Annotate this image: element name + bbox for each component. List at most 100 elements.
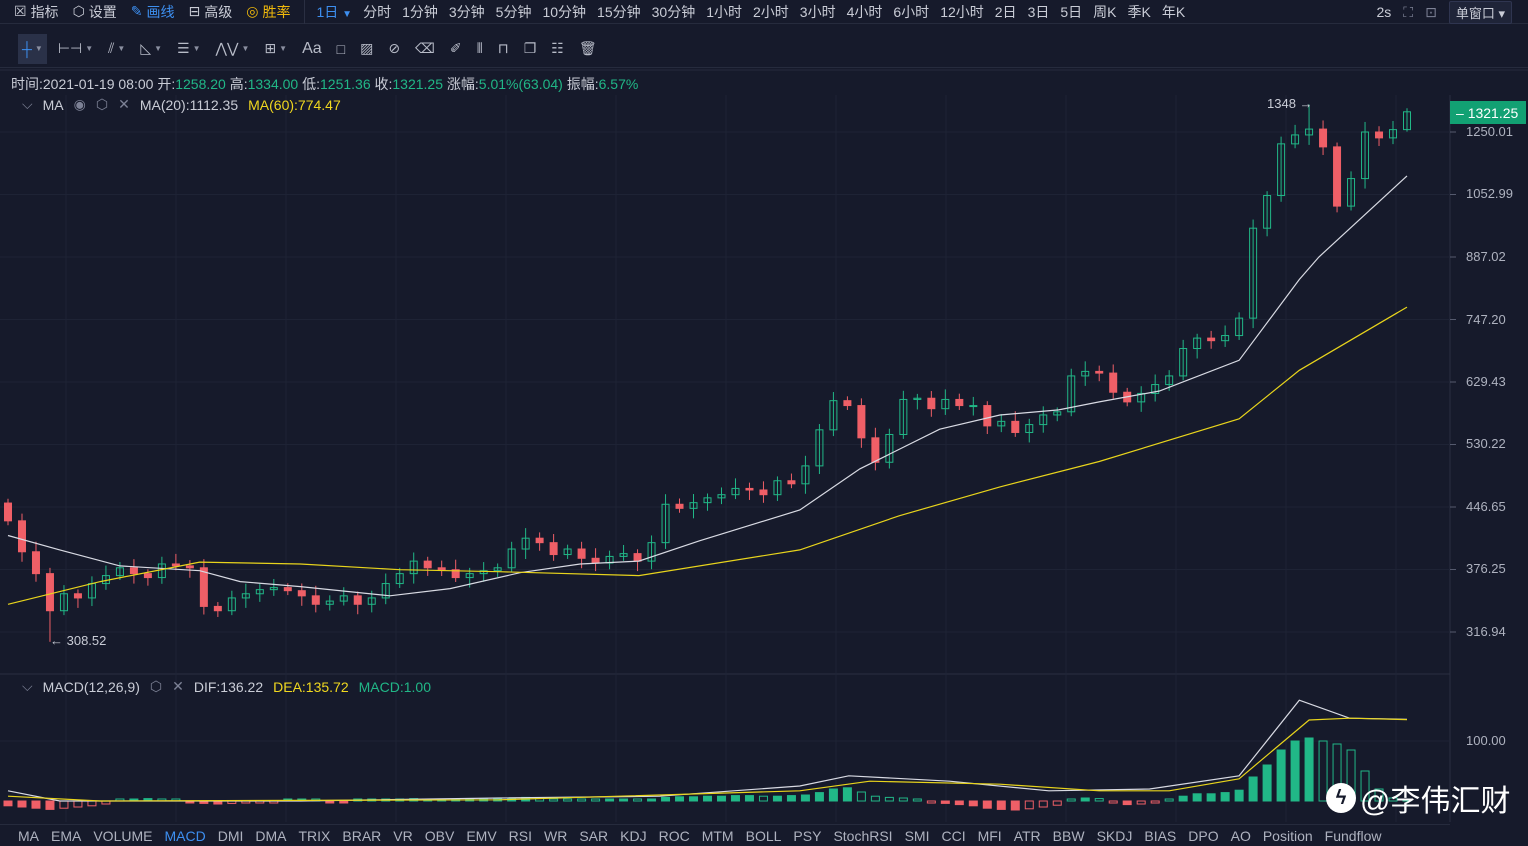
candle (199, 567, 208, 607)
candle (17, 520, 26, 553)
tab-cci[interactable]: CCI (941, 828, 965, 844)
close-icon[interactable]: ✕ (118, 96, 130, 113)
gear-icon[interactable]: ⬡ (150, 678, 162, 695)
candle (311, 595, 320, 605)
tab-sar[interactable]: SAR (579, 828, 608, 844)
macd-bar (758, 795, 768, 802)
macd-bar (898, 797, 908, 802)
tab-dpo[interactable]: DPO (1188, 828, 1218, 844)
candle (745, 487, 754, 491)
macd-bar (1136, 800, 1146, 805)
tab-smi[interactable]: SMI (905, 828, 930, 844)
price-axis-label: 747.20 (1466, 311, 1506, 327)
high-marker: 1348 → (1267, 96, 1313, 111)
macd-bar (1178, 795, 1188, 802)
macd-bar (661, 796, 671, 802)
tab-bbw[interactable]: BBW (1053, 828, 1085, 844)
tab-dma[interactable]: DMA (255, 828, 286, 844)
tab-dmi[interactable]: DMI (218, 828, 244, 844)
tab-macd[interactable]: MACD (164, 828, 205, 844)
candle (1095, 370, 1104, 374)
macd-bar (996, 800, 1006, 810)
chart-canvas[interactable] (0, 0, 1528, 846)
gear-icon[interactable]: ⬡ (96, 96, 108, 113)
ma20-line (7, 175, 1408, 597)
tab-trix[interactable]: TRIX (299, 828, 331, 844)
macd-bar (1108, 800, 1118, 804)
tab-psy[interactable]: PSY (793, 828, 821, 844)
tab-position[interactable]: Position (1263, 828, 1313, 844)
tab-ema[interactable]: EMA (51, 828, 81, 844)
tab-stochrsi[interactable]: StochRSI (833, 828, 892, 844)
tab-volume[interactable]: VOLUME (93, 828, 152, 844)
price-axis-label: 446.65 (1466, 498, 1506, 514)
macd-bar (1304, 737, 1314, 802)
macd-bar (1234, 789, 1244, 802)
close-icon[interactable]: ✕ (172, 678, 184, 695)
macd-bar (1150, 800, 1160, 804)
macd-bar (1262, 764, 1272, 802)
collapse-icon[interactable]: ⌵ (22, 96, 33, 113)
candle (983, 405, 992, 427)
macd-bar (716, 795, 726, 802)
indicator-tabs: MA EMA VOLUME MACD DMI DMA TRIX BRAR VR OBV EMV RSI… (0, 824, 1450, 846)
macd-bar (800, 794, 810, 802)
candle (927, 397, 936, 410)
macd-bar (633, 798, 643, 802)
candle (1319, 128, 1328, 148)
tab-obv[interactable]: OBV (425, 828, 455, 844)
tab-skdj[interactable]: SKDJ (1097, 828, 1133, 844)
candle (1109, 372, 1118, 393)
candle (787, 480, 796, 485)
macd-bar (45, 800, 55, 810)
macd-bar (689, 796, 699, 802)
tab-roc[interactable]: ROC (659, 828, 690, 844)
collapse-icon[interactable]: ⌵ (22, 678, 33, 695)
tab-brar[interactable]: BRAR (342, 828, 381, 844)
macd-bar (856, 791, 866, 802)
candle (759, 489, 768, 496)
tab-boll[interactable]: BOLL (746, 828, 782, 844)
macd-bar (73, 800, 83, 808)
tab-ma[interactable]: MA (18, 828, 39, 844)
macd-bar (87, 800, 97, 807)
tab-kdj[interactable]: KDJ (620, 828, 646, 844)
candle (129, 567, 138, 575)
macd-bar (1164, 798, 1174, 802)
tab-bias[interactable]: BIAS (1144, 828, 1176, 844)
macd-bar (1276, 749, 1286, 802)
candle (4, 502, 12, 522)
candle (549, 542, 558, 556)
candle (73, 593, 82, 599)
macd-bar (325, 800, 335, 804)
eye-icon[interactable]: ◉ (74, 96, 86, 113)
macd-bar (968, 800, 978, 807)
candle (297, 590, 306, 597)
candle (283, 587, 292, 592)
tab-ao[interactable]: AO (1231, 828, 1251, 844)
macd-bar (912, 798, 922, 802)
tab-fundflow[interactable]: Fundflow (1325, 828, 1382, 844)
candle (955, 398, 964, 407)
candle (45, 573, 54, 612)
price-axis-label: 1250.01 (1466, 124, 1513, 139)
ma-legend: ⌵ MA ◉ ⬡ ✕ MA(20):1112.35 MA(60):774.47 (22, 96, 341, 113)
macd-bar (3, 800, 13, 807)
tab-mtm[interactable]: MTM (702, 828, 734, 844)
tab-vr[interactable]: VR (393, 828, 412, 844)
tab-mfi[interactable]: MFI (978, 828, 1002, 844)
candle (1207, 337, 1216, 342)
candle (171, 563, 180, 567)
candle (213, 605, 222, 612)
candle (185, 565, 194, 569)
tab-emv[interactable]: EMV (466, 828, 496, 844)
price-axis-label: 887.02 (1466, 248, 1506, 264)
macd-bar (772, 795, 782, 802)
macd-bar (1220, 792, 1230, 802)
macd-bar (842, 787, 852, 802)
tab-atr[interactable]: ATR (1014, 828, 1041, 844)
tab-rsi[interactable]: RSI (509, 828, 532, 844)
macd-bar (1206, 793, 1216, 802)
macd-bar (549, 798, 559, 802)
tab-wr[interactable]: WR (544, 828, 567, 844)
